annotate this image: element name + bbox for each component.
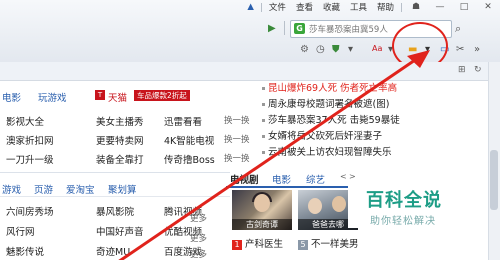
annotation-arrow	[118, 50, 430, 260]
arrow-head	[407, 50, 430, 68]
arrow-shaft	[118, 56, 419, 260]
